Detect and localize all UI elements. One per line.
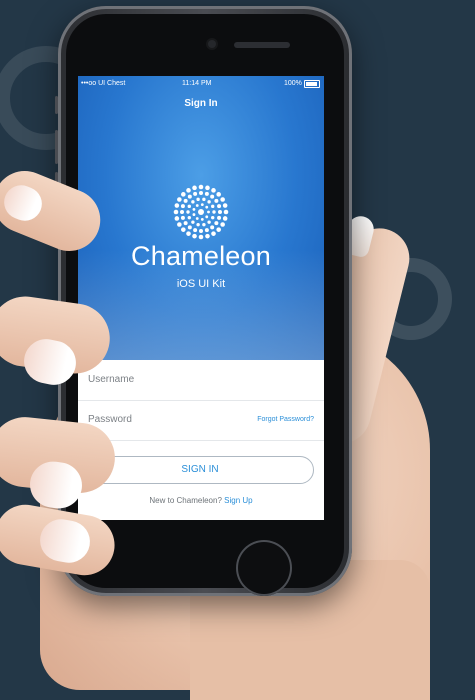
battery-icon: [304, 80, 320, 88]
page-title: Sign In: [184, 98, 218, 109]
username-placeholder: Username: [88, 374, 135, 385]
brand-subtitle: iOS UI Kit: [176, 278, 226, 290]
home-button[interactable]: [236, 540, 292, 596]
sign-in-form: Username Password Forgot Password? SIGN …: [78, 360, 324, 520]
clock-label: 11:14 PM: [182, 80, 212, 87]
carrier-label: •••oo UI Chest: [81, 80, 126, 87]
volume-up-button: [55, 130, 58, 164]
phone-screen: •••oo UI Chest 11:14 PM 100% Sign In Cha…: [78, 76, 324, 520]
sign-in-button[interactable]: SIGN IN: [86, 456, 314, 484]
battery-percentage: 100%: [284, 80, 302, 87]
sign-up-link[interactable]: Sign Up: [224, 496, 252, 505]
brand-name: Chameleon: [131, 241, 271, 271]
username-field[interactable]: Username: [78, 360, 324, 401]
mute-switch: [55, 96, 58, 114]
earpiece-speaker: [234, 42, 290, 48]
signup-prompt: New to Chameleon? Sign Up: [78, 496, 324, 505]
signup-prompt-text: New to Chameleon?: [149, 496, 222, 505]
forgot-password-link[interactable]: Forgot Password?: [257, 416, 314, 423]
front-camera: [208, 40, 216, 48]
password-placeholder: Password: [88, 414, 132, 425]
password-field[interactable]: Password Forgot Password?: [78, 400, 324, 441]
status-bar: •••oo UI Chest 11:14 PM 100%: [78, 76, 324, 92]
dotted-circle-logo-icon: [173, 184, 229, 240]
